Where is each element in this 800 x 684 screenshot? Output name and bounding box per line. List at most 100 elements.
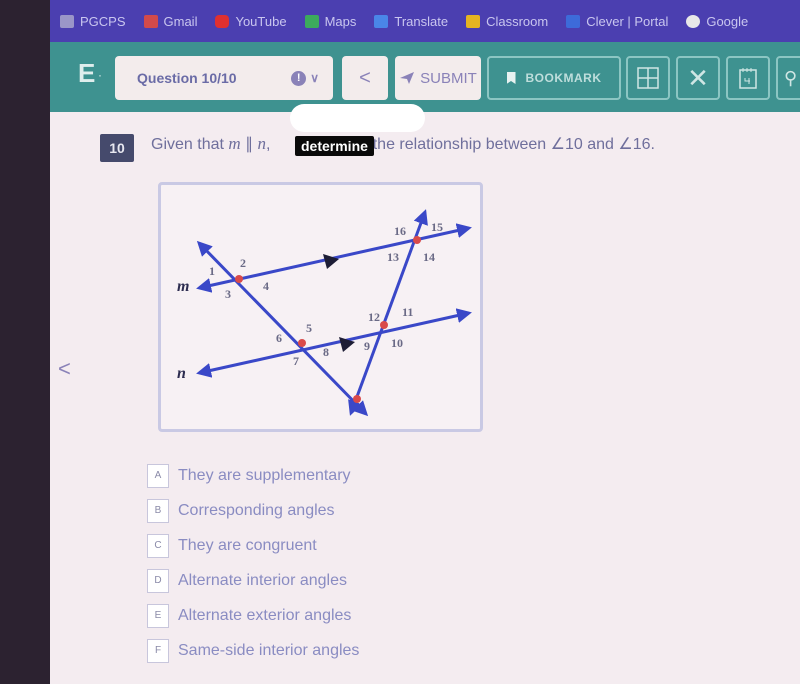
line-n <box>196 308 472 378</box>
notepad-button[interactable] <box>726 56 770 100</box>
angle-label-5: 5 <box>306 321 312 335</box>
submit-label: SUBMIT <box>420 69 477 87</box>
monitor-bezel <box>0 0 50 684</box>
submit-button[interactable]: SUBMIT <box>395 56 481 100</box>
bookmarks-bar: PGCPS Gmail YouTube Maps Translate Class… <box>50 0 800 42</box>
google-icon <box>686 14 701 28</box>
youtube-icon <box>215 14 230 28</box>
question-prompt: Given that m ∥ n, the relationship betwe… <box>151 134 655 154</box>
intersection-point <box>353 395 361 403</box>
angle-label-15: 15 <box>431 220 443 234</box>
choice-f[interactable]: F Same-side interior angles <box>147 633 359 668</box>
prompt-text: Given that <box>151 136 229 153</box>
classroom-icon <box>466 14 481 28</box>
bookmark-label: Clever | Portal <box>586 13 669 29</box>
intersection-point <box>298 339 306 347</box>
parallel-lines-diagram: m n 1 2 3 4 5 6 7 8 9 10 11 12 13 14 15 … <box>177 209 472 417</box>
choice-text: They are supplementary <box>178 466 351 484</box>
choice-letter: A <box>147 463 169 488</box>
geometry-figure: m n 1 2 3 4 5 6 7 8 9 10 11 12 13 14 15 … <box>158 182 483 432</box>
bookmark-classroom[interactable]: Classroom <box>466 14 548 29</box>
choice-letter: B <box>147 498 169 523</box>
clever-icon <box>566 14 581 28</box>
angle-label-10: 10 <box>391 336 403 350</box>
intersection-point <box>380 321 388 329</box>
bookmark-gmail[interactable]: Gmail <box>143 13 198 29</box>
send-icon <box>400 72 415 84</box>
bookmark-maps[interactable]: Maps <box>304 13 357 29</box>
line-label-n: n <box>177 365 186 382</box>
choice-text: They are congruent <box>178 536 317 554</box>
choice-d[interactable]: D Alternate interior angles <box>147 563 359 598</box>
angle-label-11: 11 <box>402 305 413 319</box>
intersection-point <box>235 275 243 283</box>
bookmark-youtube[interactable]: YouTube <box>215 13 287 29</box>
bookmark-label: Maps <box>324 13 357 29</box>
notepad-icon <box>739 68 757 89</box>
close-button[interactable]: ✕ <box>676 56 720 100</box>
question-select[interactable]: Question 10/10 ! ∨ <box>115 56 333 100</box>
answer-choices: A They are supplementary B Corresponding a… <box>147 458 359 668</box>
folder-icon <box>60 14 74 28</box>
angle-label-16: 16 <box>394 224 406 238</box>
redaction-mark <box>290 104 425 132</box>
chevron-left-icon[interactable]: < <box>58 356 71 382</box>
choice-e[interactable]: E Alternate exterior angles <box>147 598 359 633</box>
angle-label-9: 9 <box>364 339 370 353</box>
choice-text: Alternate interior angles <box>178 571 347 589</box>
gmail-icon <box>143 14 158 28</box>
variable-m: m <box>228 134 241 153</box>
choice-text: Alternate exterior angles <box>178 606 352 624</box>
grid-icon <box>637 67 659 89</box>
angle-label-13: 13 <box>387 250 399 264</box>
translate-icon <box>374 14 389 28</box>
zoom-button[interactable]: ⚲ <box>776 56 800 100</box>
bookmark-pgcps[interactable]: PGCPS <box>60 14 126 29</box>
choice-letter: D <box>147 568 169 593</box>
bookmark-label: Google <box>706 13 749 29</box>
choice-text: Corresponding angles <box>178 501 335 519</box>
logo-dot: · <box>98 68 102 82</box>
reference-sheet-button[interactable] <box>626 56 670 100</box>
app-logo: E <box>78 58 96 88</box>
close-icon: ✕ <box>687 62 709 93</box>
bookmark-icon <box>506 72 516 84</box>
bookmark-translate[interactable]: Translate <box>374 14 448 29</box>
variable-n: n <box>257 134 267 153</box>
browser-screen: PGCPS Gmail YouTube Maps Translate Class… <box>50 0 800 684</box>
angle-label-7: 7 <box>293 354 299 368</box>
choice-letter: F <box>147 638 169 663</box>
angle-label-8: 8 <box>323 345 329 359</box>
choice-text: Same-side interior angles <box>178 641 360 659</box>
choice-letter: E <box>147 603 169 628</box>
bookmark-button[interactable]: BOOKMARK <box>487 56 621 100</box>
bookmark-clever[interactable]: Clever | Portal <box>566 14 668 29</box>
chevron-down-icon: ∨ <box>310 71 319 85</box>
angle-label-14: 14 <box>423 250 435 264</box>
word-tooltip: determine <box>295 136 374 156</box>
question-number-badge: 10 <box>100 134 134 162</box>
bookmark-label: BOOKMARK <box>525 71 602 85</box>
angle-label-3: 3 <box>225 287 231 301</box>
angle-label-12: 12 <box>368 310 380 324</box>
previous-question-button[interactable]: < <box>342 56 388 100</box>
choice-a[interactable]: A They are supplementary <box>147 458 359 493</box>
info-icon: ! <box>291 70 307 86</box>
bookmark-label: Translate <box>394 13 449 29</box>
choice-c[interactable]: C They are congruent <box>147 528 359 563</box>
test-toolbar: E · Question 10/10 ! ∨ < SUBMIT BOOKMARK… <box>50 42 800 112</box>
parallel-symbol: ∥ <box>240 136 258 153</box>
question-area: < 10 Given that m ∥ n, the relationship … <box>50 104 800 684</box>
bookmark-google[interactable]: Google <box>686 14 748 29</box>
bookmark-label: PGCPS <box>80 13 126 29</box>
maps-icon <box>304 14 319 28</box>
intersection-point <box>413 236 421 244</box>
line-label-m: m <box>177 278 189 295</box>
choice-letter: C <box>147 533 169 558</box>
angle-label-1: 1 <box>209 264 215 278</box>
angle-label-2: 2 <box>240 256 246 270</box>
bookmark-label: YouTube <box>235 13 287 29</box>
bookmark-label: Gmail <box>163 13 198 29</box>
choice-b[interactable]: B Corresponding angles <box>147 493 359 528</box>
chevron-left-icon: < <box>359 66 371 89</box>
